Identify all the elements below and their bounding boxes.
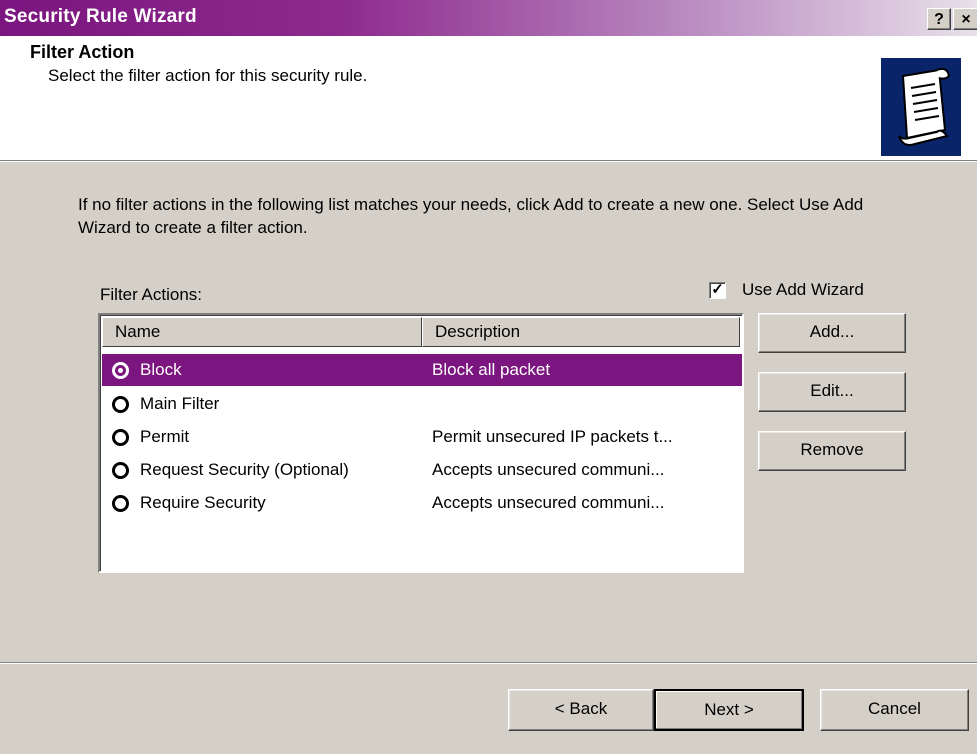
next-button[interactable]: Next > [654, 689, 804, 731]
list-item[interactable]: Require Security Accepts unsecured commu… [102, 487, 742, 519]
edit-button[interactable]: Edit... [758, 372, 906, 412]
item-description: Accepts unsecured communi... [432, 460, 665, 479]
close-button[interactable]: × [953, 8, 977, 30]
remove-button[interactable]: Remove [758, 431, 906, 471]
item-name: Require Security [140, 493, 266, 512]
item-description: Permit unsecured IP packets t... [432, 427, 673, 446]
item-description: Block all packet [432, 360, 551, 379]
filter-actions-list[interactable]: Name Description Block Block all packet … [98, 313, 744, 573]
page-title: Filter Action [30, 42, 135, 62]
item-name: Main Filter [140, 394, 220, 413]
use-add-wizard-label[interactable]: Use Add Wizard [742, 280, 864, 300]
checkbox-box[interactable]: ✓ [709, 281, 726, 299]
item-name: Permit [140, 427, 190, 446]
wizard-header [0, 36, 977, 160]
item-name: Block [140, 360, 182, 379]
scroll-document-icon [881, 58, 961, 156]
header-divider [0, 160, 977, 162]
radio-icon[interactable] [112, 396, 129, 413]
intro-text: If no filter actions in the following li… [78, 195, 864, 237]
title-bar[interactable]: Security Rule Wizard ? × [0, 0, 977, 36]
radio-icon[interactable] [112, 495, 129, 512]
use-add-wizard-checkbox[interactable]: ✓ Use Add Wizard [709, 280, 864, 300]
list-item[interactable]: Block Block all packet [102, 354, 742, 386]
add-button[interactable]: Add... [758, 313, 906, 353]
item-description: Accepts unsecured communi... [432, 493, 665, 512]
radio-icon[interactable] [112, 429, 129, 446]
column-header-name[interactable]: Name [102, 317, 422, 347]
back-button[interactable]: < Back [508, 689, 654, 731]
column-header-description[interactable]: Description [422, 317, 740, 347]
filter-actions-label: Filter Actions: [100, 285, 203, 304]
list-item[interactable]: Permit Permit unsecured IP packets t... [102, 421, 742, 453]
list-item[interactable]: Request Security (Optional) Accepts unse… [102, 454, 742, 486]
radio-selected-icon[interactable] [112, 362, 129, 379]
item-name: Request Security (Optional) [140, 460, 349, 479]
radio-icon[interactable] [112, 462, 129, 479]
list-item[interactable]: Main Filter [102, 388, 742, 420]
help-button[interactable]: ? [927, 8, 951, 30]
page-subtitle: Select the filter action for this securi… [48, 66, 368, 85]
window-title: Security Rule Wizard [4, 6, 197, 27]
footer-divider [0, 662, 977, 664]
cancel-button[interactable]: Cancel [820, 689, 969, 731]
list-header: Name Description [102, 317, 740, 347]
